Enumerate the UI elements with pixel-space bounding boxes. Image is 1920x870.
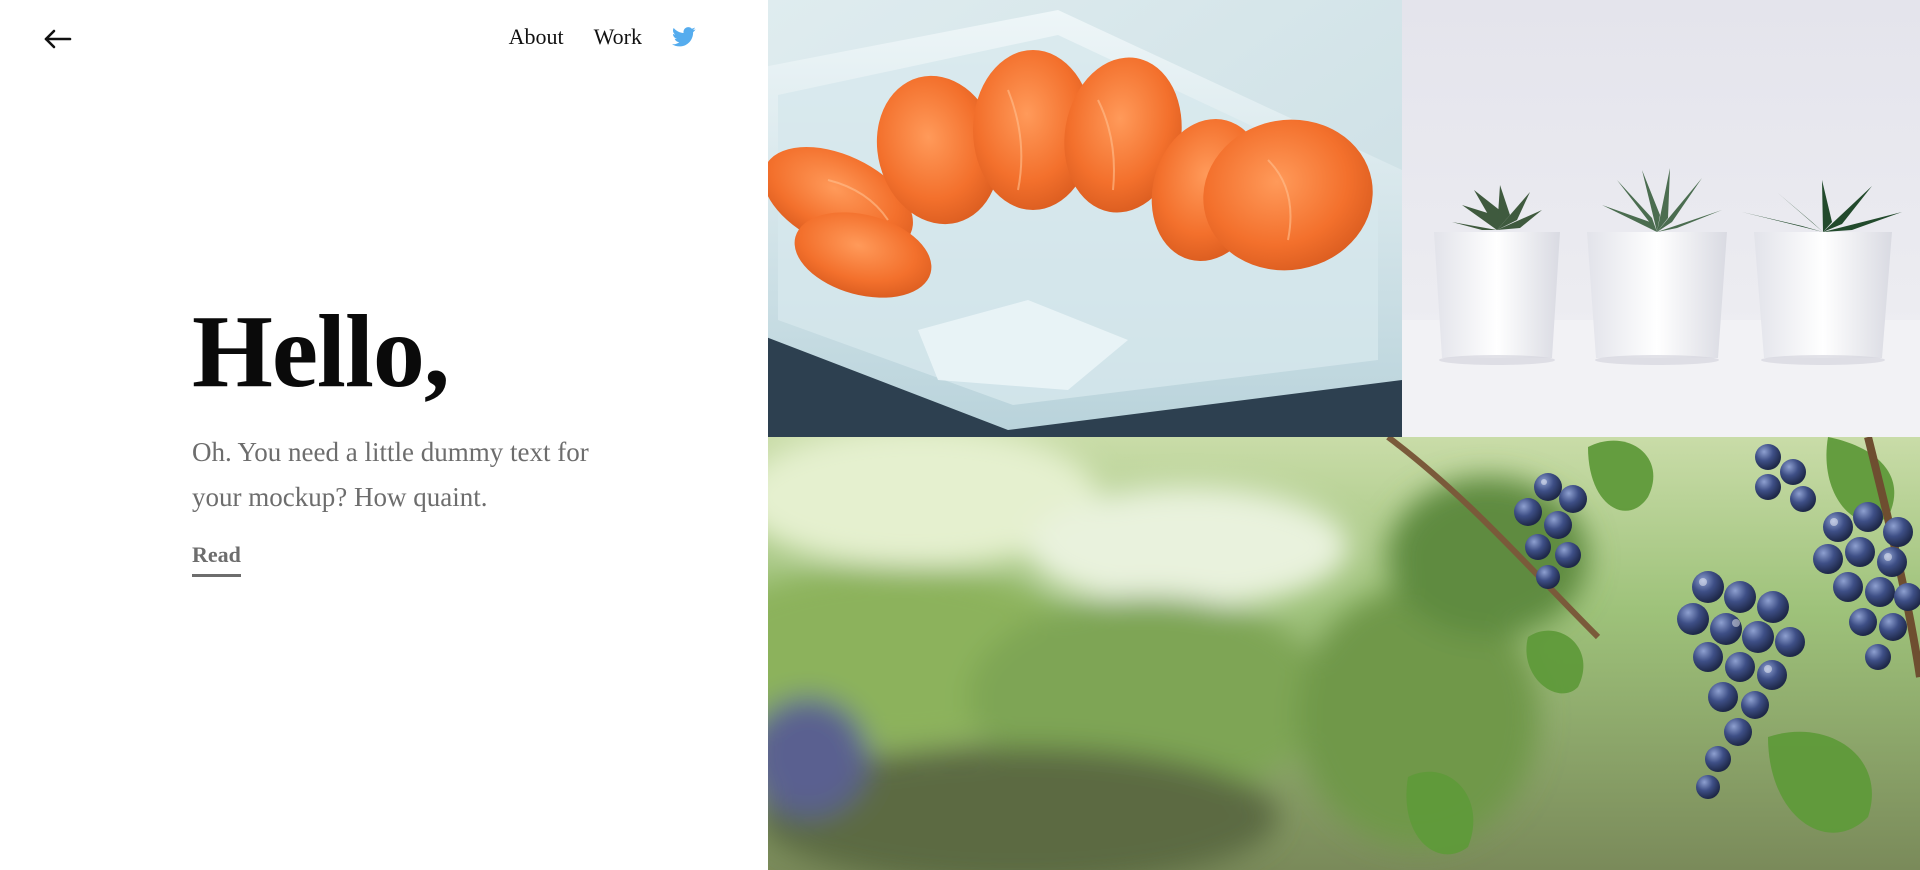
oranges-image [768,0,1402,437]
hero-title: Hello, [192,294,450,409]
nav-link-work[interactable]: Work [594,24,642,50]
left-panel: About Work Hello, Oh. You need a little … [0,0,768,870]
twitter-icon [672,27,696,47]
nav-link-about[interactable]: About [509,24,564,50]
page: About Work Hello, Oh. You need a little … [0,0,1920,870]
top-nav: About Work [509,24,696,50]
back-button[interactable] [40,24,74,54]
twitter-link[interactable] [672,26,696,48]
grapes-image [768,437,1920,870]
succulents-image [1402,0,1920,437]
read-link[interactable]: Read [192,542,241,577]
arrow-left-icon [44,29,72,49]
hero-text: Oh. You need a little dummy text for you… [192,437,589,512]
hero: Hello, Oh. You need a little dummy text … [192,300,612,577]
